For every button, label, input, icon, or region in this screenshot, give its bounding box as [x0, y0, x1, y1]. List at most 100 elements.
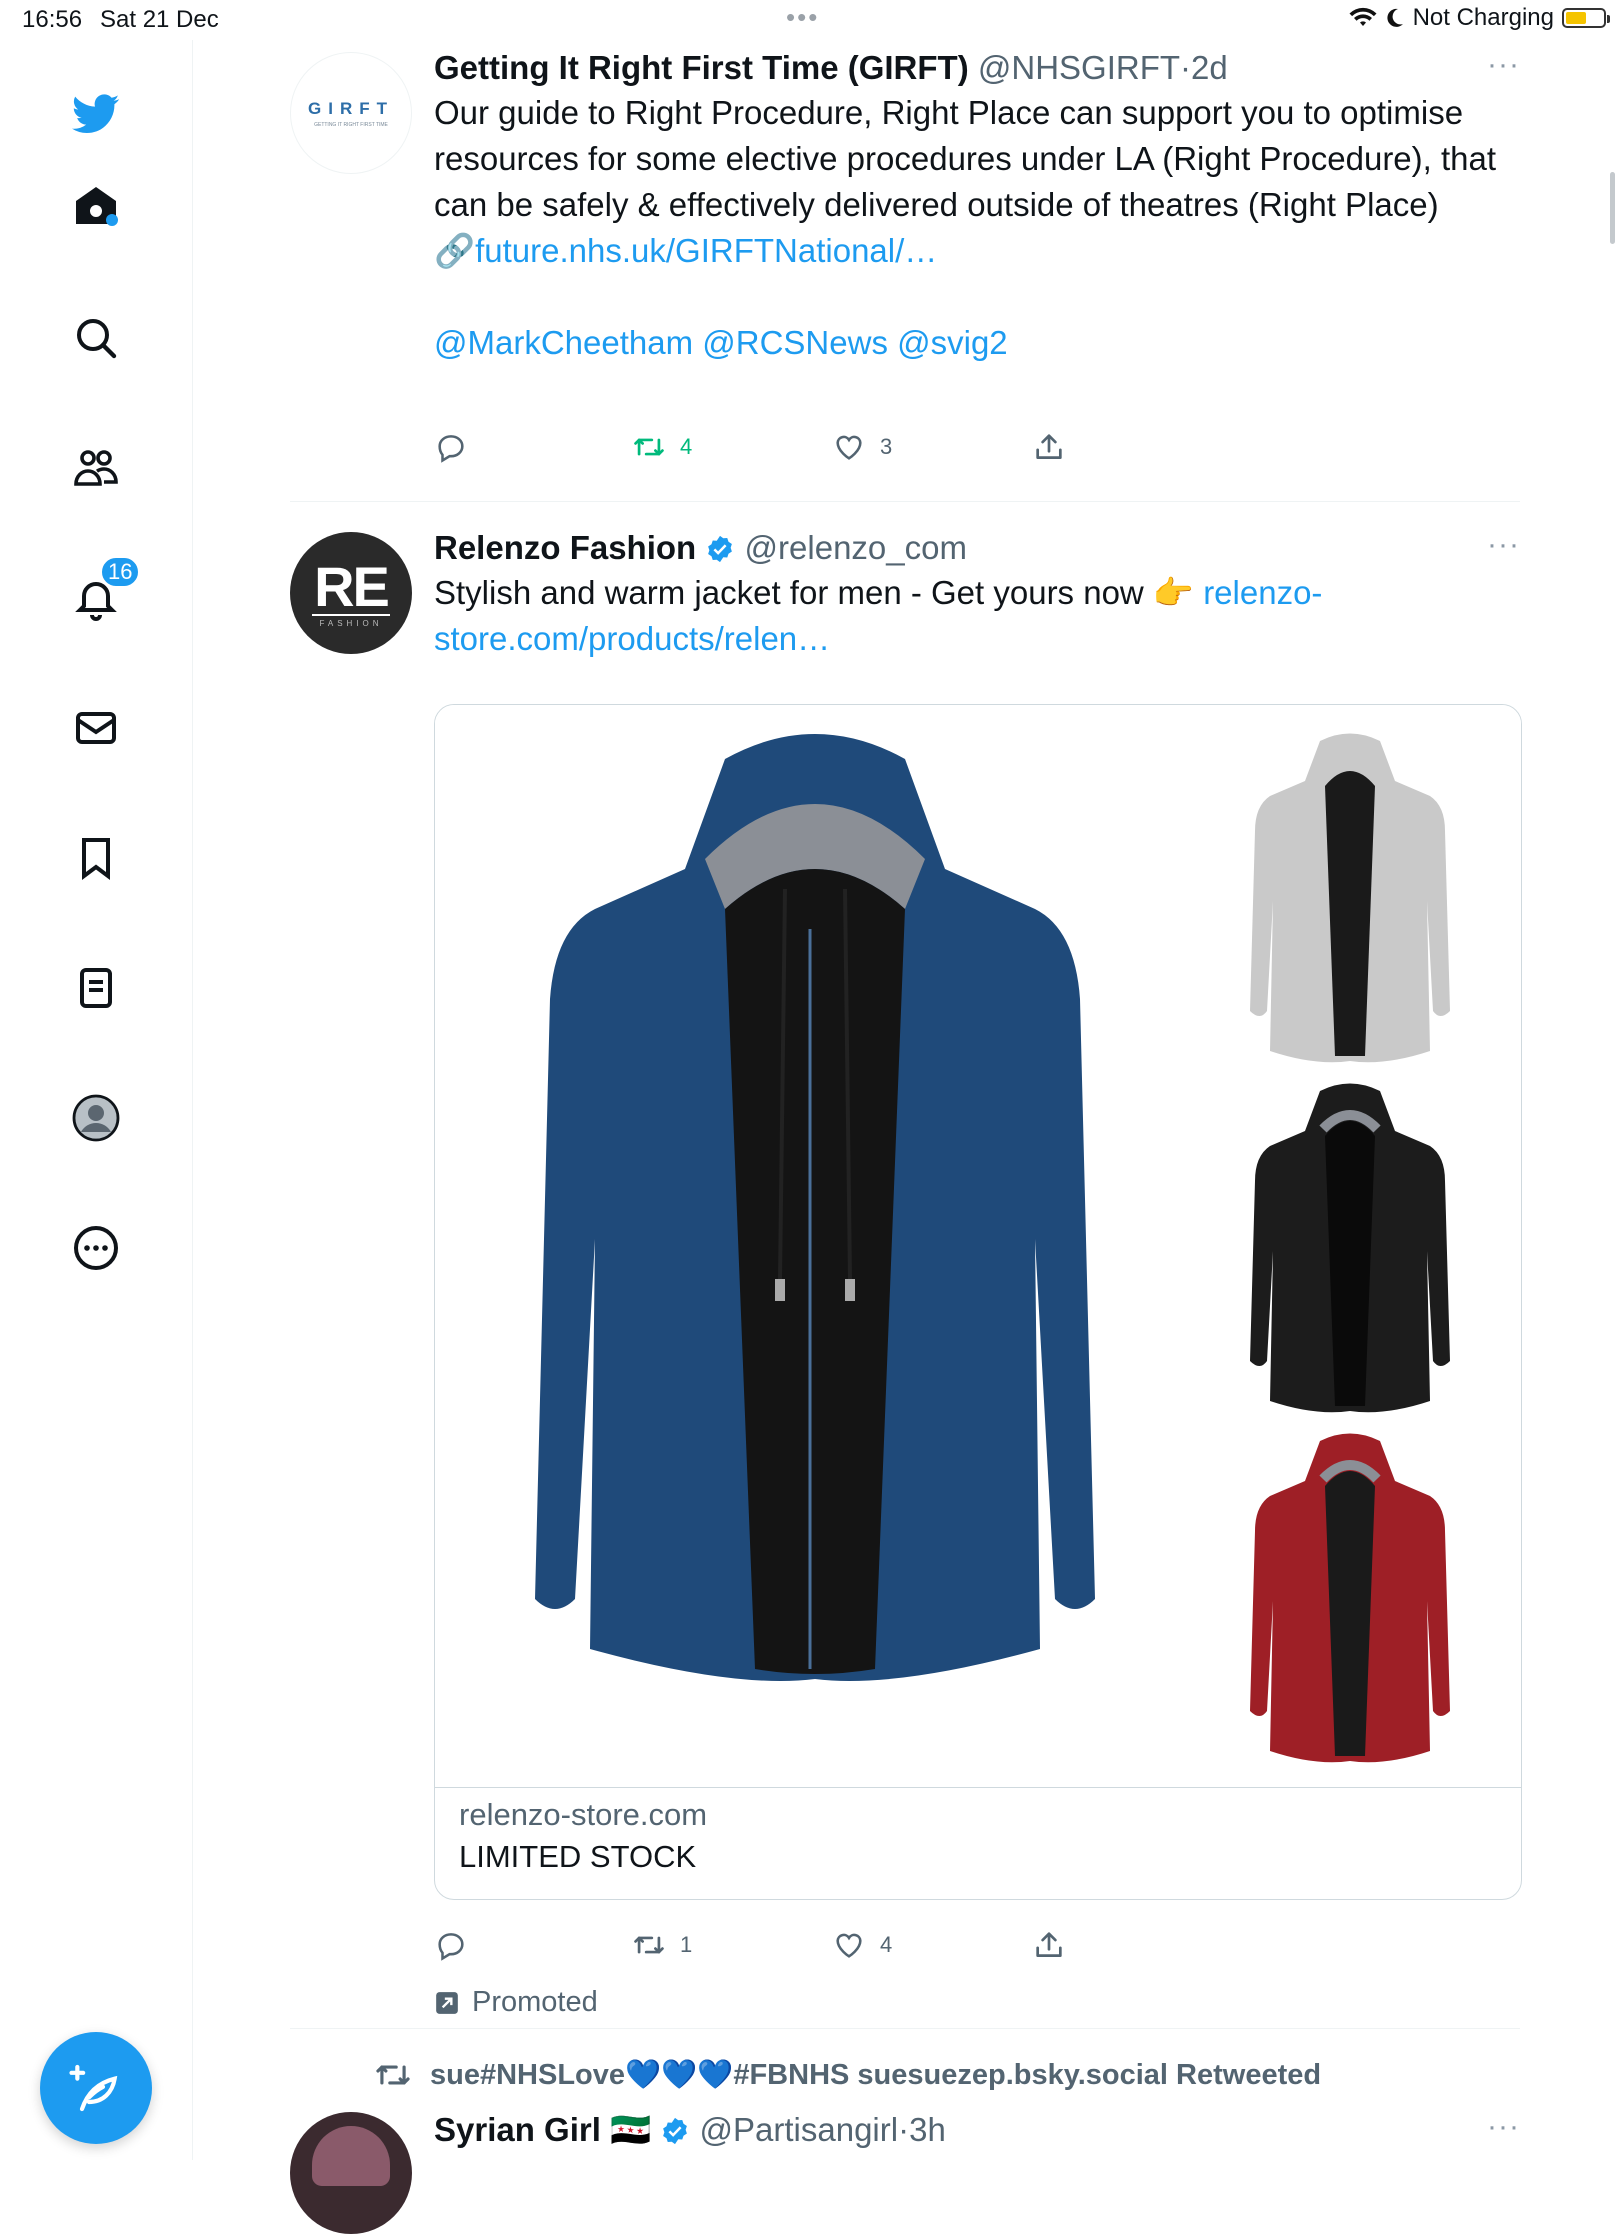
promoted-text: Promoted: [472, 1986, 598, 2018]
heart-icon: [836, 1933, 862, 1958]
retweet-icon: [634, 1936, 664, 1954]
tweet-time[interactable]: 2d: [1191, 49, 1228, 86]
author-name[interactable]: Relenzo Fashion: [434, 529, 696, 566]
tweet-more-button[interactable]: ···: [1487, 528, 1520, 562]
like-button[interactable]: 4: [832, 1928, 892, 1962]
status-right: Not Charging: [1349, 4, 1610, 32]
tweet-link[interactable]: future.nhs.uk/GIRFTNational/…: [475, 232, 937, 269]
tweet-body: Stylish and warm jacket for men - Get yo…: [434, 574, 1204, 611]
tweet-more-button[interactable]: ···: [1487, 2110, 1520, 2144]
retweet-icon: [634, 438, 664, 456]
tweet-more-button[interactable]: ···: [1487, 48, 1520, 82]
retweet-button[interactable]: 4: [632, 430, 692, 464]
like-count: 3: [880, 434, 893, 459]
tweet-header: Getting It Right First Time (GIRFT) @NHS…: [434, 48, 1520, 88]
retweeted-by-text: sue#NHSLove💙💙💙#FBNHS suesuezep.bsky.soci…: [430, 2059, 1322, 2091]
tweet-divider: [290, 2028, 1520, 2029]
reply-button[interactable]: [434, 1928, 468, 1962]
wifi-icon: [1349, 7, 1377, 26]
reply-button[interactable]: [434, 430, 468, 464]
promoted-label[interactable]: Promoted: [434, 1986, 598, 2019]
logo-rule: [312, 614, 390, 616]
red-jacket-image: [1250, 1433, 1450, 1763]
like-count: 4: [880, 1932, 893, 1957]
author-name[interactable]: Getting It Right First Time (GIRFT): [434, 49, 969, 86]
tweet-girft[interactable]: GIRFT GETTING IT RIGHT FIRST TIME Gettin…: [290, 48, 1520, 494]
share-button[interactable]: [1032, 1928, 1066, 1962]
retweet-icon: [376, 2065, 410, 2085]
multitasking-dots-icon[interactable]: •••: [786, 2, 819, 33]
card-domain: relenzo-store.com: [459, 1797, 708, 1832]
moon-icon: [1386, 8, 1403, 27]
tweet-syrian-girl[interactable]: sue#NHSLove💙💙💙#FBNHS suesuezep.bsky.soci…: [290, 2040, 1520, 2234]
link-card[interactable]: relenzo-store.com LIMITED STOCK: [434, 704, 1522, 1900]
tweet-mentions[interactable]: @MarkCheetham @RCSNews @svig2: [434, 324, 1008, 361]
girft-logo-text: GIRFT: [308, 99, 394, 118]
tweet-divider: [290, 501, 1520, 502]
communities-icon[interactable]: [68, 440, 124, 496]
tweet-body: Our guide to Right Procedure, Right Plac…: [434, 94, 1497, 223]
relenzo-logo-text: RE: [314, 555, 390, 618]
avatar-girft[interactable]: GIRFT GETTING IT RIGHT FIRST TIME: [290, 52, 412, 174]
promoted-icon: [436, 1991, 458, 2014]
tweet-relenzo[interactable]: RE FASHION Relenzo Fashion @relenzo_com …: [290, 528, 1522, 2018]
retweet-count: 1: [680, 1932, 693, 1957]
tweet-text: Our guide to Right Procedure, Right Plac…: [434, 90, 1520, 366]
card-title: LIMITED STOCK: [459, 1839, 697, 1874]
avatar-photo: [312, 2126, 390, 2186]
like-button[interactable]: 3: [832, 430, 892, 464]
separator: ·: [1180, 49, 1192, 86]
tweet-header: Relenzo Fashion @relenzo_com: [434, 528, 1520, 568]
envelope-icon[interactable]: [68, 700, 124, 756]
verified-badge-icon: [663, 2117, 688, 2145]
sidebar-nav: 16: [0, 40, 193, 2160]
retweeted-by-row[interactable]: sue#NHSLove💙💙💙#FBNHS suesuezep.bsky.soci…: [374, 2056, 1321, 2094]
separator: ·: [898, 2111, 910, 2148]
home-unread-dot: [106, 214, 118, 226]
twitter-logo-icon[interactable]: [68, 86, 124, 142]
search-icon[interactable]: [68, 310, 124, 366]
share-icon: [1036, 434, 1062, 459]
scroll-indicator[interactable]: [1610, 172, 1615, 244]
battery-fill: [1566, 12, 1586, 24]
tweet-actions: 4 3: [434, 430, 1134, 470]
status-bar: 16:56 Sat 21 Dec ••• Not Charging: [0, 0, 1620, 40]
girft-logo-subtext: GETTING IT RIGHT FIRST TIME: [314, 122, 388, 128]
status-date: Sat 21 Dec: [100, 6, 219, 33]
link-emoji-icon: 🔗: [434, 232, 476, 269]
charging-status: Not Charging: [1412, 4, 1554, 31]
home-icon[interactable]: [68, 178, 124, 234]
retweet-button[interactable]: 1: [632, 1928, 692, 1962]
card-image[interactable]: [435, 705, 1521, 1788]
black-jacket-image: [1250, 1083, 1450, 1413]
gray-jacket-image: [1250, 733, 1450, 1063]
tweet-text: Stylish and warm jacket for men - Get yo…: [434, 570, 1520, 662]
tweet-header: Syrian Girl 🇸🇾 @Partisangirl·3h: [434, 2110, 1520, 2150]
reply-icon: [438, 1933, 464, 1961]
author-handle[interactable]: @NHSGIRFT: [978, 49, 1180, 86]
author-handle[interactable]: @relenzo_com: [745, 529, 967, 566]
share-button[interactable]: [1032, 430, 1066, 464]
lists-icon[interactable]: [68, 960, 124, 1016]
relenzo-logo-subtext: FASHION: [319, 619, 383, 628]
avatar-relenzo[interactable]: RE FASHION: [290, 532, 412, 654]
avatar-syrian-girl[interactable]: [290, 2112, 412, 2234]
share-icon: [1036, 1932, 1062, 1957]
more-circle-icon[interactable]: [68, 1220, 124, 1276]
profile-avatar-icon[interactable]: [68, 1090, 124, 1146]
feather-plus-icon: [69, 2064, 118, 2112]
notifications-badge: 16: [100, 556, 141, 588]
battery-icon: [1562, 8, 1610, 28]
verified-badge-icon: [708, 535, 733, 563]
tweet-time[interactable]: 3h: [909, 2111, 946, 2148]
heart-icon: [836, 435, 862, 460]
author-name[interactable]: Syrian Girl: [434, 2111, 601, 2148]
tweet-actions: 1 4: [434, 1928, 1134, 1968]
status-time: 16:56: [22, 6, 83, 33]
compose-tweet-button[interactable]: [40, 2032, 152, 2144]
blue-jacket-image: [535, 734, 1095, 1681]
reply-icon: [438, 435, 464, 463]
author-handle[interactable]: @Partisangirl: [700, 2111, 899, 2148]
syria-flag-icon: 🇸🇾: [610, 2111, 652, 2148]
bookmark-icon[interactable]: [68, 830, 124, 886]
